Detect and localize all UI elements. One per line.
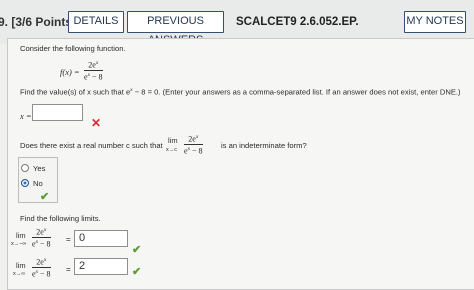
limit2-fraction: 2ex ex − 8 [32,257,51,279]
limit2-input[interactable]: 2 [74,258,128,275]
limit-fraction-c: 2ex ex − 8 [184,134,203,156]
limit-question-text-b: is an indeterminate form? [221,141,307,150]
limit2-equals: = [66,265,71,274]
limit-question-text-a: Does there exist a real number c such th… [20,141,163,150]
radio-yes[interactable] [21,164,29,172]
function-numerator: 2e [88,60,96,70]
lim-label-pos: lim [16,261,26,270]
lim-label-neg: lim [16,231,26,240]
correct-icon: ✔ [40,191,50,203]
previous-answers-button[interactable]: PREVIOUS ANSWERS [127,11,224,46]
limit1-fraction: 2ex ex − 8 [32,227,51,249]
details-button[interactable]: DETAILS [68,11,124,33]
limit1-input[interactable]: 0 [74,230,128,247]
lim-label-c: lim [168,136,178,145]
find-values-tail: − 8 = 0. (Enter your answers as a comma-… [132,87,461,97]
intro-text: Consider the following function. [20,44,126,53]
option-yes-label: Yes [33,164,46,173]
function-fraction: 2ex ex − 8 [84,60,103,82]
incorrect-icon: ✕ [91,116,102,130]
question-number: 9. [3/6 Points] [0,15,77,29]
x-values-input[interactable] [32,104,83,121]
find-values-lead: Find the value(s) of x such that e [20,87,131,97]
limit1-correct-icon: ✔ [132,244,142,256]
question-panel: Consider the following function. f(x) = … [7,38,474,290]
radio-no[interactable] [21,179,29,187]
option-no-label: No [33,179,43,188]
problem-code: SCALCET9 2.6.052.EP. [236,16,359,28]
lim-subscript-neg: x→−∞ [11,241,27,247]
find-limits-text: Find the following limits. [20,214,101,223]
function-denominator-tail: − 8 [90,72,103,82]
x-label: x = [20,111,32,121]
limit2-correct-icon: ✔ [132,266,142,278]
function-label: f(x) = [60,67,80,77]
limit1-equals: = [66,235,71,244]
lim-subscript-c: x→c [166,147,177,153]
find-values-text: Find the value(s) of x such that ex − 8 … [20,87,461,97]
my-notes-button[interactable]: MY NOTES [404,11,466,33]
lim-subscript-pos: x→∞ [13,271,26,277]
